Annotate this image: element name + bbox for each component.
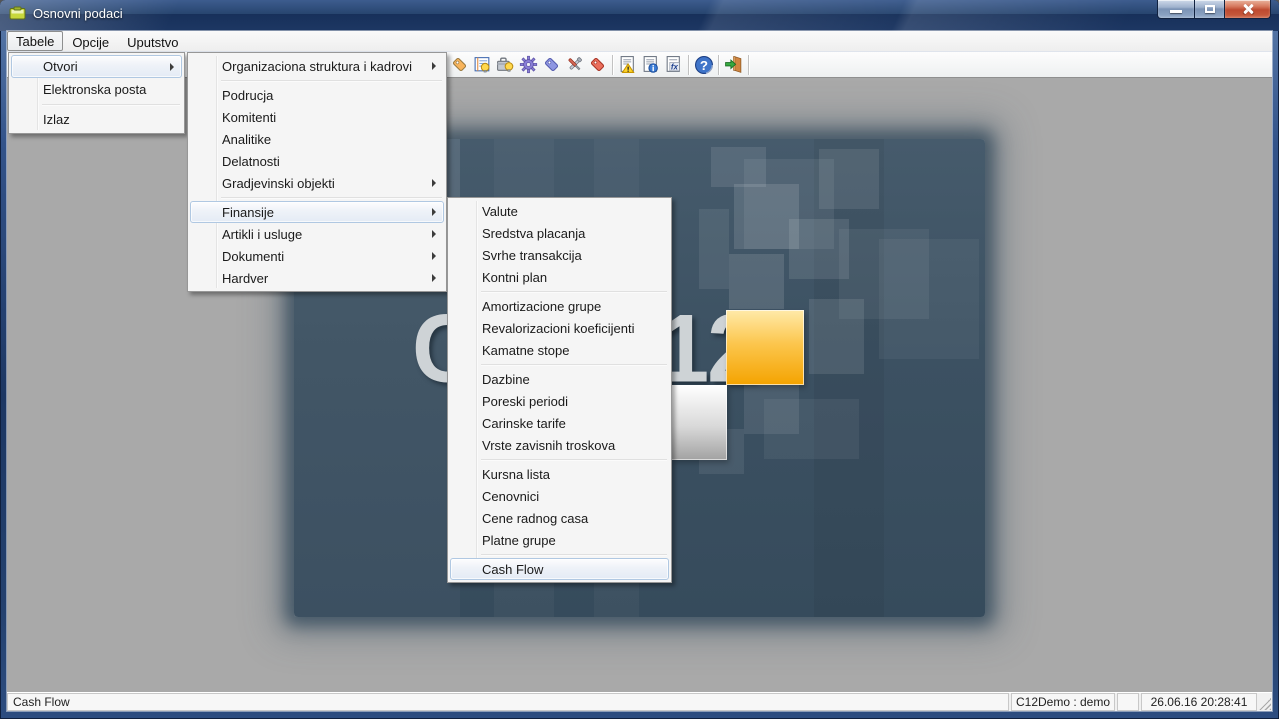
submenu-arrow-icon <box>432 230 436 238</box>
menu-otvori-submenu: Organizaciona struktura i kadrovi Podruc… <box>187 52 447 292</box>
tag-blue-icon[interactable] <box>540 53 563 76</box>
menu-separator <box>481 459 667 460</box>
submenu-arrow-icon <box>170 63 174 71</box>
menu-separator <box>221 197 442 198</box>
document-warning-icon[interactable] <box>616 53 639 76</box>
tag-red-icon[interactable] <box>586 53 609 76</box>
menu-item-carinske-tarife[interactable]: Carinske tarife <box>450 412 669 434</box>
close-icon <box>1242 3 1254 15</box>
menu-separator <box>481 291 667 292</box>
menu-separator <box>42 104 180 105</box>
minimize-button[interactable] <box>1157 0 1195 19</box>
exit-icon[interactable] <box>722 53 745 76</box>
menu-item-platne-grupe[interactable]: Platne grupe <box>450 529 669 551</box>
maximize-button[interactable] <box>1195 0 1225 19</box>
menu-item-valute[interactable]: Valute <box>450 200 669 222</box>
statusbar: Cash Flow C12Demo : demo 26.06.16 20:28:… <box>7 692 1272 711</box>
close-button[interactable] <box>1225 0 1271 19</box>
tools-icon[interactable] <box>563 53 586 76</box>
submenu-arrow-icon <box>432 208 436 216</box>
submenu-arrow-icon <box>432 252 436 260</box>
logo-silver-square <box>671 385 727 460</box>
status-empty-panel <box>1117 693 1139 711</box>
menu-item-hardver[interactable]: Hardver <box>190 267 444 289</box>
menu-item-delatnosti[interactable]: Delatnosti <box>190 150 444 172</box>
menu-item-gradjevinski-objekti[interactable]: Gradjevinski objekti <box>190 172 444 194</box>
menu-item-cash-flow[interactable]: Cash Flow <box>450 558 669 580</box>
menubar-item-opcije[interactable]: Opcije <box>63 31 118 51</box>
document-formula-icon[interactable]: fx <box>662 53 685 76</box>
titlebar: Osnovni podaci <box>0 0 1279 31</box>
menu-item-vrste-zavisnih-troskova[interactable]: Vrste zavisnih troskova <box>450 434 669 456</box>
box-lightbulb-icon[interactable] <box>494 53 517 76</box>
svg-text:?: ? <box>699 57 707 72</box>
document-info-icon[interactable] <box>639 53 662 76</box>
submenu-arrow-icon <box>432 179 436 187</box>
submenu-arrow-icon <box>432 62 436 70</box>
menu-item-kontni-plan[interactable]: Kontni plan <box>450 266 669 288</box>
resize-grip[interactable] <box>1257 693 1272 711</box>
toolbar-separator <box>748 55 749 75</box>
menu-separator <box>221 80 442 81</box>
menu-item-poreski-periodi[interactable]: Poreski periodi <box>450 390 669 412</box>
application-window: Osnovni podaci Tabele Opcije Uputstvo <box>0 0 1279 719</box>
menu-item-finansije[interactable]: Finansije <box>190 201 444 223</box>
status-message: Cash Flow <box>7 693 1009 711</box>
menu-item-sredstva-placanja[interactable]: Sredstva placanja <box>450 222 669 244</box>
menu-item-revalorizacioni-koeficijenti[interactable]: Revalorizacioni koeficijenti <box>450 317 669 339</box>
help-icon[interactable]: ? <box>692 53 715 76</box>
menu-separator <box>481 364 667 365</box>
menu-item-kamatne-stope[interactable]: Kamatne stope <box>450 339 669 361</box>
menu-tabele: Otvori Elektronska posta Izlaz <box>8 52 185 134</box>
menu-separator <box>481 554 667 555</box>
submenu-arrow-icon <box>432 274 436 282</box>
menu-item-podrucja[interactable]: Podrucja <box>190 84 444 106</box>
minimize-icon <box>1170 10 1182 13</box>
menu-item-dazbine[interactable]: Dazbine <box>450 368 669 390</box>
menu-item-analitike[interactable]: Analitike <box>190 128 444 150</box>
menu-item-otvori[interactable]: Otvori <box>11 55 182 78</box>
menu-item-organizaciona-struktura[interactable]: Organizaciona struktura i kadrovi <box>190 55 444 77</box>
notebook-lightbulb-icon[interactable] <box>471 53 494 76</box>
menubar-item-uputstvo[interactable]: Uputstvo <box>118 31 187 51</box>
toolbar-separator <box>612 55 613 75</box>
menu-item-dokumenti[interactable]: Dokumenti <box>190 245 444 267</box>
menu-item-artikli-i-usluge[interactable]: Artikli i usluge <box>190 223 444 245</box>
menubar: Tabele Opcije Uputstvo <box>7 31 1272 51</box>
menu-item-izlaz[interactable]: Izlaz <box>11 108 182 131</box>
menubar-item-tabele[interactable]: Tabele <box>7 31 63 51</box>
svg-text:fx: fx <box>671 63 679 72</box>
app-icon <box>9 5 26 22</box>
toolbar-separator <box>718 55 719 75</box>
menu-item-cenovnici[interactable]: Cenovnici <box>450 485 669 507</box>
menu-item-komitenti[interactable]: Komitenti <box>190 106 444 128</box>
tag-orange-icon[interactable] <box>448 53 471 76</box>
menu-item-kursna-lista[interactable]: Kursna lista <box>450 463 669 485</box>
maximize-icon <box>1205 5 1215 13</box>
gear-icon[interactable] <box>517 53 540 76</box>
toolbar-separator <box>688 55 689 75</box>
menu-item-cene-radnog-casa[interactable]: Cene radnog casa <box>450 507 669 529</box>
window-title: Osnovni podaci <box>33 6 123 21</box>
status-datetime: 26.06.16 20:28:41 <box>1141 693 1257 711</box>
status-user: C12Demo : demo <box>1011 693 1115 711</box>
menu-finansije-submenu: Valute Sredstva placanja Svrhe transakci… <box>447 197 672 583</box>
menu-item-svrhe-transakcija[interactable]: Svrhe transakcija <box>450 244 669 266</box>
logo-orange-square <box>726 310 804 385</box>
menu-item-elektronska-posta[interactable]: Elektronska posta <box>11 78 182 101</box>
menu-item-amortizacione-grupe[interactable]: Amortizacione grupe <box>450 295 669 317</box>
